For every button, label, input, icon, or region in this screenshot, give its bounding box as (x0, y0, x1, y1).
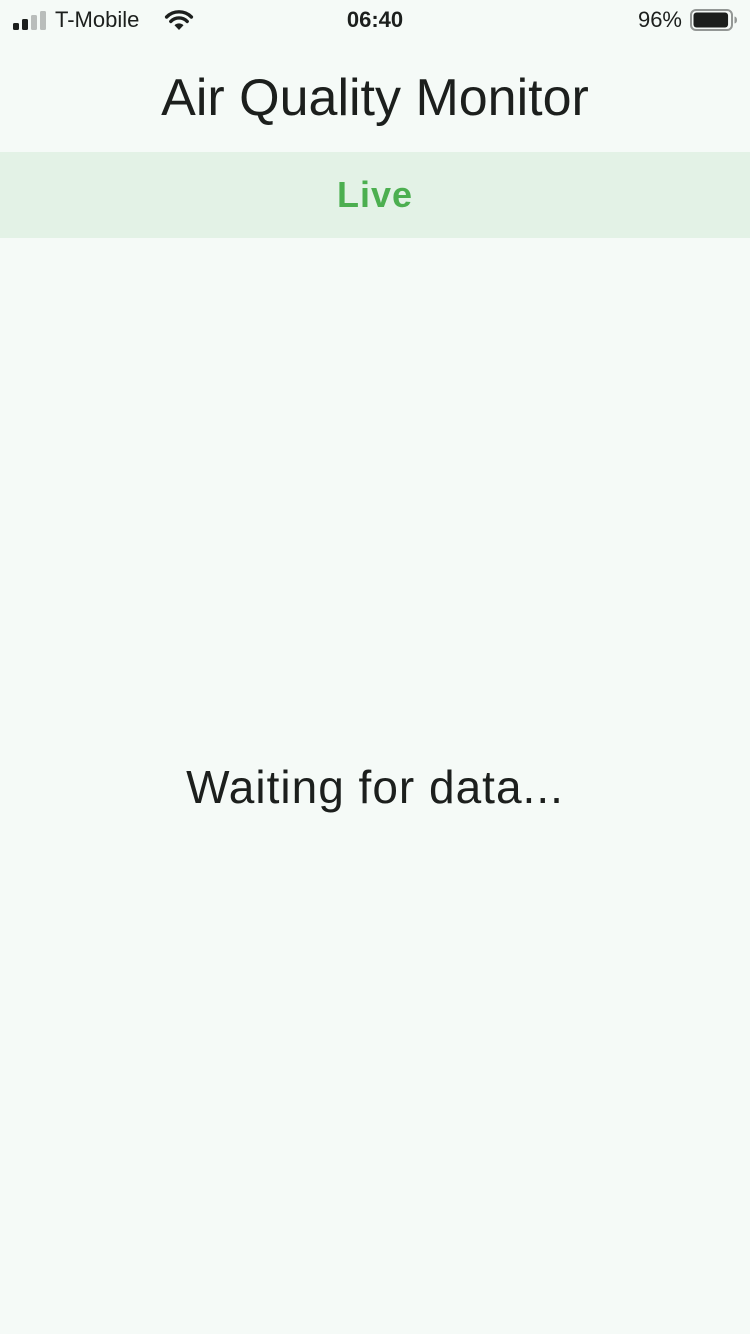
waiting-status-message: Waiting for data... (186, 761, 564, 813)
app-screen: T-Mobile 06:40 96% Air Quality Monitor L… (0, 0, 750, 1334)
battery-icon (690, 9, 737, 31)
live-mode-label: Live (336, 174, 414, 215)
status-bar: T-Mobile 06:40 96% (0, 0, 750, 40)
battery-level-fill (693, 12, 729, 28)
battery-percentage: 96% (637, 7, 682, 32)
live-mode-bar[interactable]: Live (0, 152, 750, 238)
page-title: Air Quality Monitor (161, 69, 589, 127)
